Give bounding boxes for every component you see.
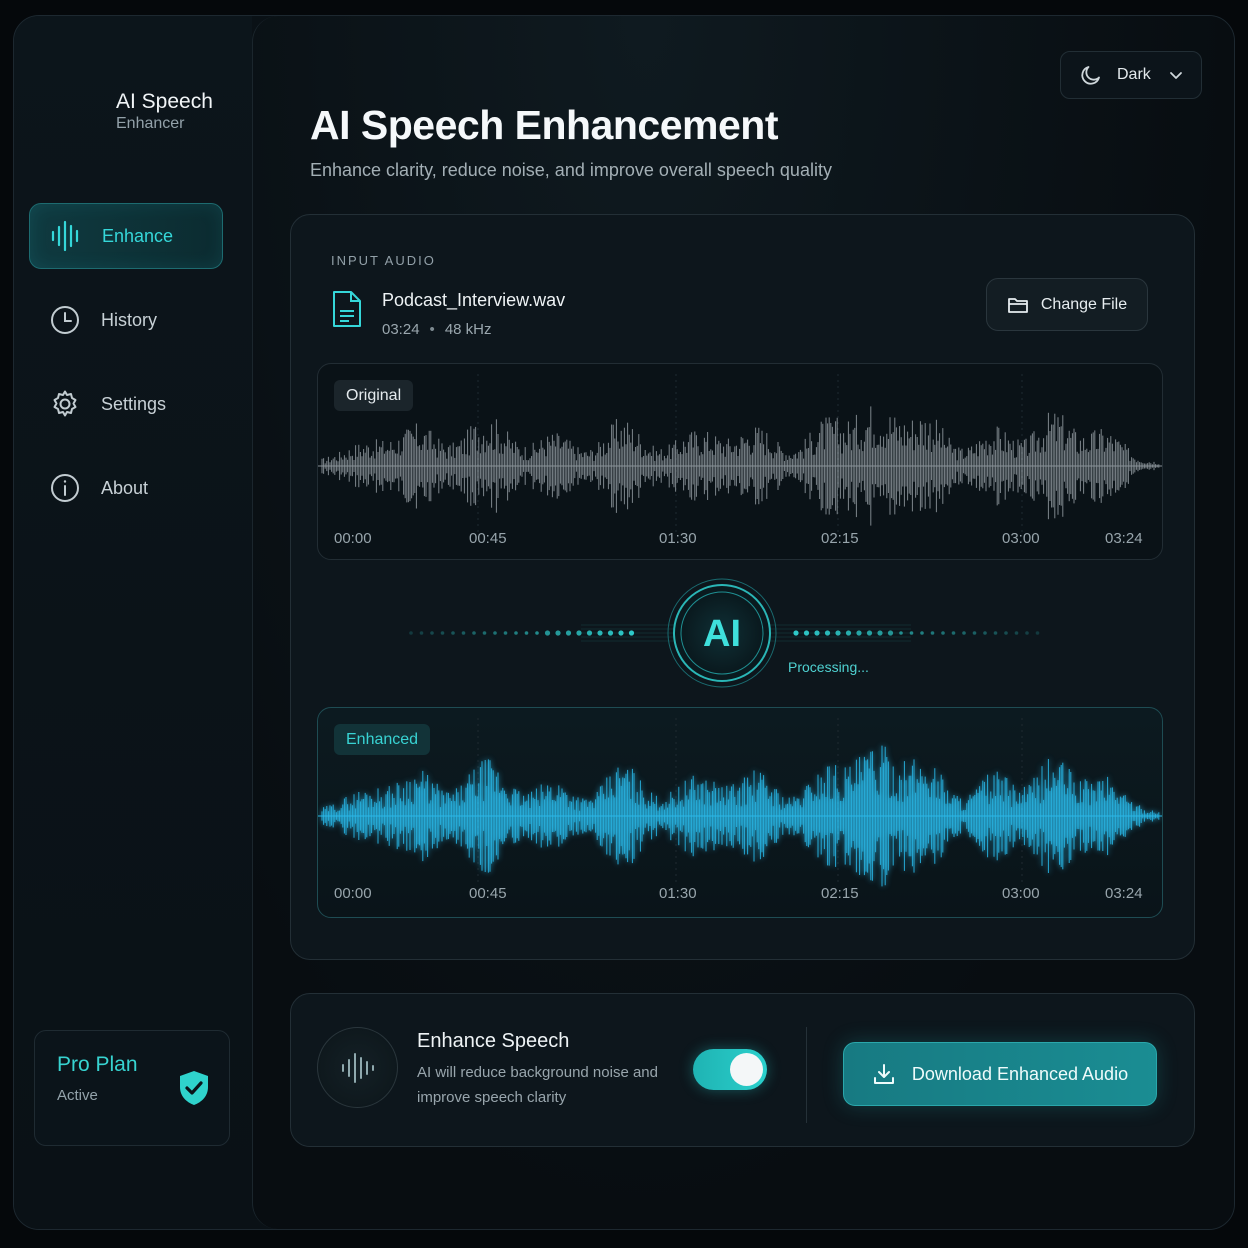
divider [806,1027,807,1123]
connector-dot [419,631,424,635]
enhance-speech-title: Enhance Speech [417,1030,570,1052]
timeline-label: 00:00 [334,530,372,547]
enhanced-waveform-panel[interactable]: Enhanced 00:00 00:45 01:30 02:15 03:00 0… [317,707,1163,918]
waveform-icon [50,220,82,252]
brand-title: AI Speech [116,90,213,113]
change-file-button[interactable]: Change File [986,278,1148,331]
connector-dot [1025,631,1029,635]
waveform-logo-icon [46,82,95,142]
connector-dot [430,631,434,635]
chevron-down-icon [1170,72,1182,79]
connector-dot [482,631,487,635]
download-icon [873,1064,894,1084]
connector-dot [920,631,924,635]
voice-wave-icon [317,1027,398,1108]
timeline-label: 00:00 [334,885,372,902]
sidebar-item-history[interactable]: History [29,287,223,353]
connector-dot [951,631,956,635]
enhance-speech-toggle[interactable] [693,1049,767,1090]
connector-dot [555,630,561,636]
audio-file-icon [333,291,361,327]
connector-dot [972,631,977,635]
sidebar-nav: Enhance History Settings About [29,203,223,539]
folder-icon [1007,297,1028,313]
enhance-controls-card: Enhance Speech AI will reduce background… [290,993,1195,1147]
connector-dot [565,630,572,636]
original-waveform-panel[interactable]: Original 00:00 00:45 01:30 02:15 03:00 0… [317,363,1163,560]
connector-dot [472,631,476,635]
sidebar-item-label: Enhance [102,225,174,246]
sidebar-item-settings[interactable]: Settings [29,371,223,437]
sidebar-item-about[interactable]: About [29,455,223,521]
sidebar-item-label: Settings [101,393,167,414]
main-content: Dark AI Speech Enhancement Enhance clari… [252,16,1234,1229]
brand: AI Speech Enhancer [44,80,213,144]
download-label: Download Enhanced Audio [911,1063,1129,1084]
original-tag: Original [334,380,414,411]
download-enhanced-audio-button[interactable]: Download Enhanced Audio [843,1042,1157,1106]
connector-dot [941,631,945,635]
timeline-label: 01:30 [659,885,697,902]
theme-dropdown[interactable]: Dark [1060,51,1202,99]
connector-dot [514,631,518,635]
theme-label: Dark [1117,66,1151,83]
connector-dot [493,631,497,635]
processing-status: Processing... [788,659,869,675]
timeline-label: 02:15 [821,530,859,547]
app-window: AI Speech Enhancer Enhance History Setti… [13,15,1235,1230]
connector-dot [983,631,987,635]
clock-icon [49,304,81,336]
connector-dot [503,631,508,635]
connector-dot [1004,631,1008,635]
sidebar-item-label: About [101,477,149,498]
ai-badge-text: AI [703,613,741,655]
connector-dot [451,631,455,635]
timeline-label: 03:24 [1105,530,1143,547]
page-subtitle: Enhance clarity, reduce noise, and impro… [310,160,832,180]
connector-dot [409,631,413,635]
connector-dot [576,630,582,636]
connector-dot [535,631,539,635]
connector-dot [461,631,466,635]
page-title: AI Speech Enhancement [310,102,778,148]
connector-dot [930,631,935,635]
pro-plan-card[interactable]: Pro Plan Active [34,1030,230,1146]
connector-dot [993,631,998,635]
enhanced-tag: Enhanced [334,724,431,755]
connector-dot [524,631,529,635]
sidebar: AI Speech Enhancer Enhance History Setti… [14,16,252,1229]
timeline-label: 01:30 [659,530,697,547]
input-audio-card: INPUT AUDIO Podcast_Interview.wav 03:24 … [290,214,1195,960]
timeline-label: 03:00 [1002,885,1040,902]
info-icon [49,472,81,504]
connector-dot [544,630,551,636]
timeline-label: 00:45 [469,530,507,547]
ai-badge-icon: AI [667,578,777,688]
file-name: Podcast_Interview.wav [382,290,566,310]
change-file-label: Change File [1040,295,1128,313]
enhance-speech-description: AI will reduce background noise and impr… [417,1064,658,1106]
gear-icon [49,388,81,420]
moon-icon [1081,66,1100,85]
sidebar-item-enhance[interactable]: Enhance [29,203,223,269]
file-meta: 03:24 • 48 kHz [382,321,492,338]
meta-separator: • [429,321,435,338]
shield-check-icon [180,1071,208,1105]
toggle-knob [730,1053,763,1086]
connector-dot [1014,631,1019,635]
connector-dot [440,631,445,635]
brand-subtitle: Enhancer [116,115,185,132]
connector-dot [1035,631,1040,635]
section-label: INPUT AUDIO [331,253,436,268]
connector-dot [962,631,966,635]
file-duration: 03:24 [382,321,420,338]
timeline-label: 03:24 [1105,885,1143,902]
timeline-label: 03:00 [1002,530,1040,547]
sidebar-item-label: History [101,309,158,330]
timeline-label: 02:15 [821,885,859,902]
file-sample-rate: 48 kHz [444,321,492,338]
timeline-label: 00:45 [469,885,507,902]
